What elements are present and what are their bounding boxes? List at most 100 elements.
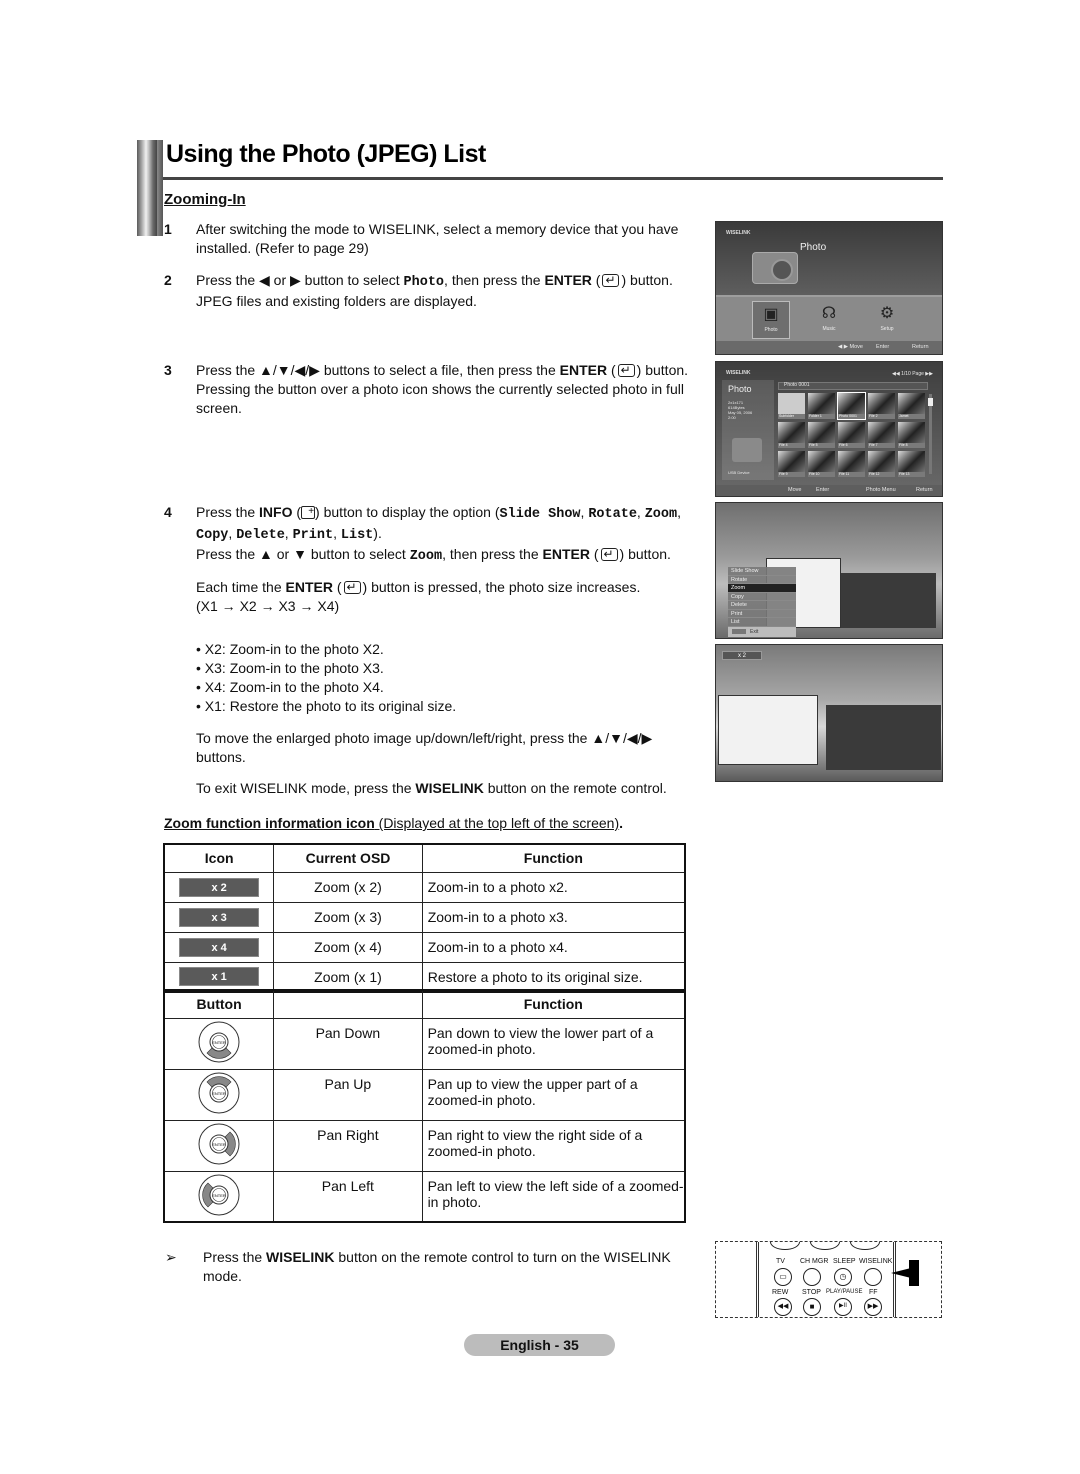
photo-thumbnail: File 4 [778, 422, 805, 448]
tv-button[interactable]: ▭ [774, 1268, 792, 1286]
menu-photo: ▣ Photo [752, 301, 790, 339]
screen-footer: Move Enter Photo Menu Return [716, 485, 942, 496]
info-icon [301, 502, 316, 521]
decorative-side-bar [137, 140, 157, 236]
fast-forward-button[interactable]: ▶▶ [864, 1298, 882, 1316]
step-text: ). [373, 525, 382, 541]
function-cell: Pan left to view the left side of a zoom… [421, 1170, 686, 1223]
info-time: 2:00 [728, 415, 736, 420]
wiselink-button[interactable] [864, 1268, 882, 1286]
wiselink-key-label: WISELINK [415, 780, 484, 796]
table-header-row: Icon Current OSD Function [163, 843, 686, 873]
screenshot-photo-list: WISELINK ◀◀ 1/10 Page ▶▶ Photo 2x1x171 6… [715, 361, 943, 497]
step-text: Press the ◀ or ▶ button to select [196, 272, 404, 288]
screenshot-zoomed-photo: x 2 [715, 644, 943, 782]
option-slide-show: Slide Show [499, 507, 581, 522]
info-key-label: INFO [259, 504, 293, 520]
thumbnail-caption: File 12 [868, 472, 895, 477]
photo-thumbnail: File 7 [868, 422, 895, 448]
option-rotate: Rotate [588, 507, 637, 522]
photo-thumbnail: File 5 [808, 422, 835, 448]
photo-thumbnail: File 6 [838, 422, 865, 448]
photo-thumbnail: Jamet [898, 393, 925, 419]
enter-icon [617, 361, 635, 380]
function-cell: Pan right to view the right side of a zo… [421, 1119, 686, 1172]
thumbnail-caption: Folder 1 [808, 414, 835, 419]
note-arrow-icon: ➢ [165, 1249, 177, 1265]
usb-device-label: USB Device [728, 470, 750, 475]
enter-key-label: ENTER [285, 579, 333, 595]
ch-mgr-button[interactable] [803, 1268, 821, 1286]
step-number: 2 [164, 272, 172, 288]
menu-item-copy: Copy [728, 593, 796, 601]
step-text: Press the ▲ or ▼ button to select [196, 546, 410, 562]
dpad-left-icon: ENTER [198, 1174, 240, 1216]
svg-text:ENTER: ENTER [212, 1193, 226, 1198]
step-1: 1 After switching the mode to WISELINK, … [164, 220, 699, 258]
function-cell: Zoom-in to a photo x2. [421, 871, 686, 903]
menu-item-rotate: Rotate [728, 576, 796, 584]
step-number: 1 [164, 221, 172, 237]
table-row: ENTER Pan Right Pan right to view the ri… [163, 1119, 686, 1172]
remote-label-sleep: SLEEP [833, 1258, 856, 1265]
photo-options-menu: Slide Show Rotate Zoom Copy Delete Print… [728, 567, 796, 637]
function-cell: Zoom-in to a photo x3. [421, 901, 686, 933]
media-menu-row: ▣ Photo ☊ Music ⚙ Setup [716, 295, 942, 341]
step-text: , then press the [442, 546, 543, 562]
page-number: English - 35 [464, 1334, 615, 1356]
function-cell: Restore a photo to its original size. [421, 961, 686, 993]
menu-music: ☊ Music [810, 301, 848, 339]
thumbnail-caption: File 9 [778, 472, 805, 477]
footer-return: Return [912, 344, 929, 350]
thumbnail-caption: File 8 [898, 443, 925, 448]
footer-move: ◀ ▶ Move [838, 344, 863, 350]
info-panel [722, 380, 774, 480]
remote-control-illustration: TV CH MGR SLEEP WISELINK ▭ ◷ REW STOP PL… [715, 1241, 942, 1318]
play-pause-button[interactable]: ▶II [834, 1298, 852, 1316]
zoom-x3-icon: x 3 [179, 907, 260, 927]
photo-thumbnail: File 11 [838, 451, 865, 477]
stop-button[interactable]: ■ [803, 1298, 821, 1316]
menu-label: Setup [880, 326, 894, 332]
para-text: button on the remote control. [483, 780, 667, 796]
menu-item-delete: Delete [728, 601, 796, 610]
zoom-info-title: Zoom function information icon [164, 815, 375, 831]
footer-move: Move [788, 487, 802, 493]
table-row: ENTER Pan Up Pan up to view the upper pa… [163, 1068, 686, 1121]
panel-title: Photo [728, 384, 752, 394]
table-row: ENTER Pan Left Pan left to view the left… [163, 1170, 686, 1223]
screen-title: Photo [800, 242, 827, 253]
sleep-button[interactable]: ◷ [834, 1268, 852, 1286]
option-delete: Delete [236, 528, 285, 543]
headphones-icon: ☊ [821, 305, 837, 322]
menu-exit: Exit [728, 626, 796, 637]
photo-thumbnail: Photo 0001 [837, 392, 866, 420]
thumbnail-grid: Subfolder Folder 1 Photo 0001 File 2 Jamet Fi… [778, 392, 930, 477]
section-title: Zooming-In [164, 191, 246, 208]
menu-label: Music [822, 326, 836, 332]
thumbnail-caption: File 11 [838, 472, 865, 477]
table-row: ENTER Pan Down Pan down to view the lowe… [163, 1017, 686, 1070]
rewind-button[interactable]: ◀◀ [774, 1298, 792, 1316]
remote-label-wiselink: WISELINK [859, 1258, 893, 1265]
step-number: 3 [164, 362, 172, 378]
footer-enter: Enter [816, 487, 830, 493]
thumbnail-caption: File 5 [808, 443, 835, 448]
thumbnail-caption: Jamet [898, 414, 925, 419]
photo-thumbnail: File 12 [868, 451, 895, 477]
zoom-sequence: (X1 → X2 → X3 → X4) [196, 598, 340, 614]
photo-house-dark [836, 573, 936, 628]
photo-house-dark [826, 705, 941, 770]
header-current-osd: Current OSD [273, 843, 423, 873]
dpad-right-icon: ENTER [198, 1123, 240, 1165]
exit-instructions: To exit WISELINK mode, press the WISELIN… [196, 779, 701, 798]
enter-key-label: ENTER [542, 546, 590, 562]
thumbnail-caption: File 7 [868, 443, 895, 448]
osd-cell: Zoom (x 3) [273, 901, 423, 933]
step-number: 4 [164, 504, 172, 520]
menu-term-photo: Photo [403, 275, 445, 290]
wiselink-key-label: WISELINK [266, 1249, 335, 1265]
table-row: x 1 Zoom (x 1) Restore a photo to its or… [163, 961, 686, 993]
screenshot-wiselink-menu: WISELINK Photo ▣ Photo ☊ Music ⚙ Setup ◀ ▶ … [715, 221, 943, 355]
thumbnail-caption: File 4 [778, 443, 805, 448]
